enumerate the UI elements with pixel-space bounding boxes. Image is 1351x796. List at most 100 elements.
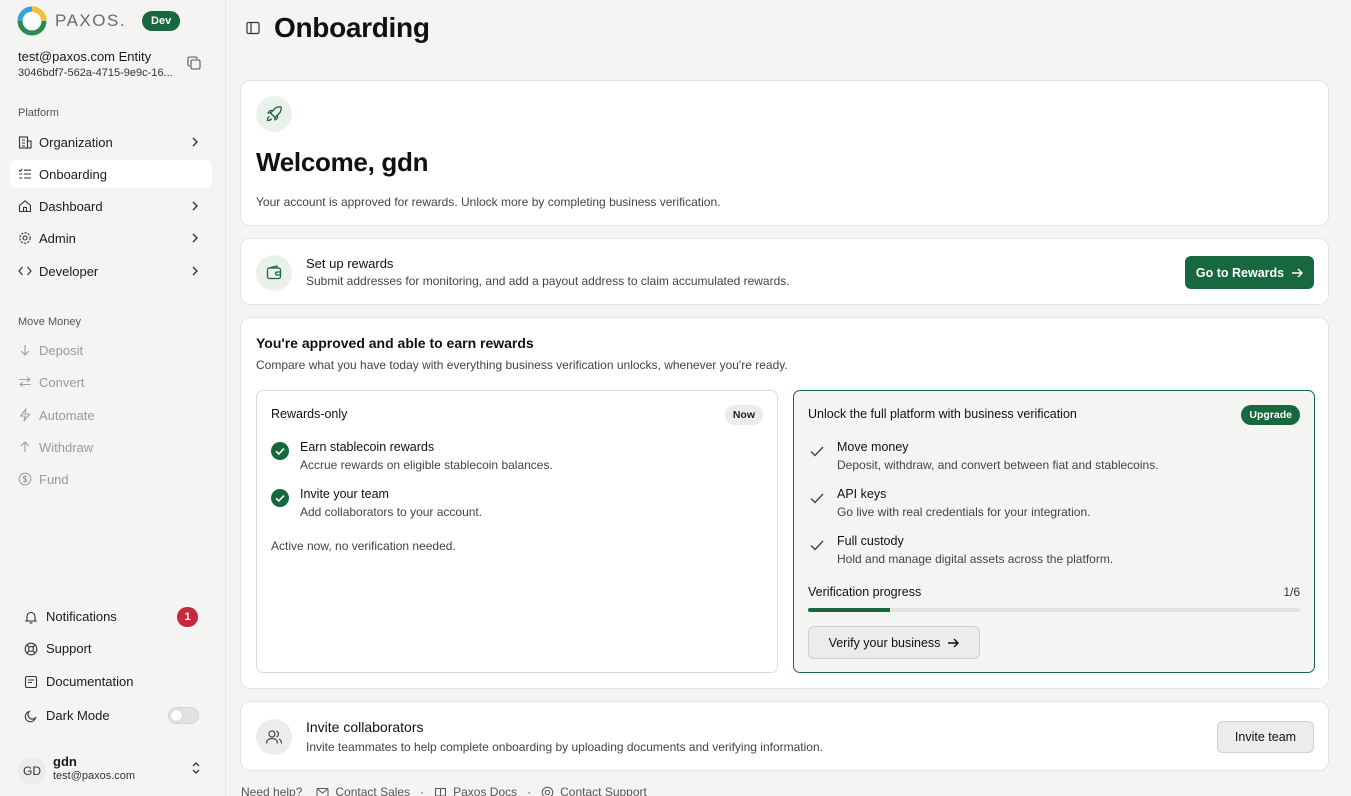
dark-mode-toggle[interactable]	[168, 707, 199, 724]
arrow-right-icon	[1292, 268, 1304, 277]
lifebuoy-icon	[24, 642, 38, 656]
move-money-section-label: Move Money	[18, 316, 81, 328]
contact-support-link[interactable]: Contact Support	[541, 785, 647, 796]
feature-title: Full custody	[837, 534, 904, 548]
sidebar-item-developer[interactable]: Developer	[10, 257, 212, 285]
bell-icon	[24, 610, 38, 624]
list-check-icon	[18, 167, 32, 181]
sidebar-item-fund[interactable]: Fund	[10, 465, 212, 493]
sidebar-item-organization[interactable]: Organization	[10, 128, 212, 156]
chevron-up-down-icon	[192, 762, 200, 774]
need-help-label: Need help?	[241, 785, 303, 796]
platform-section-label: Platform	[18, 107, 59, 119]
main-content: Onboarding Welcome, gdn Your account is …	[226, 0, 1351, 796]
rocket-icon	[256, 96, 292, 132]
document-icon	[24, 675, 38, 689]
active-note: Active now, no verification needed.	[271, 539, 456, 553]
verify-business-button[interactable]: Verify your business	[808, 626, 980, 659]
env-badge: Dev	[142, 11, 181, 31]
swap-icon	[18, 375, 32, 389]
home-icon	[18, 199, 32, 213]
sidebar-item-label: Fund	[39, 471, 69, 487]
dollar-icon	[18, 472, 32, 486]
feature-description: Add collaborators to your account.	[300, 505, 483, 519]
setup-rewards-card: Set up rewards Submit addresses for moni…	[240, 238, 1329, 305]
invite-team-button[interactable]: Invite team	[1217, 721, 1314, 753]
sidebar-item-admin[interactable]: Admin	[10, 224, 212, 252]
sidebar-item-convert[interactable]: Convert	[10, 368, 212, 396]
rewards-only-title: Rewards-only	[271, 407, 348, 421]
user-menu[interactable]: GD gdn test@paxos.com	[18, 751, 218, 787]
sidebar-toggle-icon[interactable]	[246, 21, 260, 35]
verification-progress-bar	[808, 608, 1300, 612]
notification-count-badge: 1	[177, 607, 198, 627]
sidebar-item-notifications[interactable]: Notifications	[24, 609, 117, 624]
user-email: test@paxos.com	[53, 770, 136, 782]
sidebar-item-label: Convert	[39, 374, 85, 390]
paxos-docs-link[interactable]: Paxos Docs	[434, 785, 517, 796]
now-badge: Now	[724, 405, 763, 425]
verification-progress-label: Verification progress	[808, 585, 922, 599]
upgrade-title: Unlock the full platform with business v…	[808, 407, 1077, 421]
avatar: GD	[18, 757, 46, 785]
upgrade-badge: Upgrade	[1241, 405, 1300, 425]
sidebar: PAXOS. Dev test@paxos.com Entity 3046bdf…	[0, 0, 226, 796]
users-icon	[256, 719, 292, 755]
rewards-only-panel: Rewards-only Now Earn stablecoin rewards…	[256, 390, 778, 673]
help-footer: Need help? Contact Sales · Paxos Docs · …	[241, 785, 647, 796]
sidebar-item-dark-mode: Dark Mode	[24, 708, 110, 723]
sidebar-item-label: Dashboard	[39, 198, 103, 214]
verify-business-label: Verify your business	[828, 635, 941, 650]
brand-name: PAXOS.	[55, 11, 127, 30]
gear-icon	[18, 231, 32, 245]
copy-icon[interactable]	[187, 56, 201, 70]
dark-mode-label: Dark Mode	[46, 708, 110, 723]
sidebar-item-automate[interactable]: Automate	[10, 401, 212, 429]
contact-support-label: Contact Support	[560, 785, 647, 796]
lifebuoy-icon	[541, 786, 554, 796]
moon-icon	[24, 709, 38, 723]
sidebar-item-label: Admin	[39, 230, 76, 246]
sidebar-item-label: Onboarding	[39, 166, 107, 182]
check-icon	[810, 540, 824, 551]
welcome-title: Welcome, gdn	[256, 147, 429, 177]
sidebar-item-deposit[interactable]: Deposit	[10, 336, 212, 364]
arrow-right-icon	[948, 638, 960, 647]
notifications-label: Notifications	[46, 609, 117, 624]
separator: ·	[527, 785, 532, 796]
arrow-up-icon	[18, 440, 32, 454]
sidebar-item-dashboard[interactable]: Dashboard	[10, 192, 212, 220]
contact-sales-link[interactable]: Contact Sales	[316, 785, 410, 796]
chevron-right-icon	[192, 201, 198, 211]
chevron-right-icon	[192, 266, 198, 276]
sidebar-item-onboarding[interactable]: Onboarding	[10, 160, 212, 188]
documentation-label: Documentation	[46, 674, 134, 689]
approved-card: You're approved and able to earn rewards…	[240, 317, 1329, 689]
bolt-icon	[18, 408, 32, 422]
sidebar-item-label: Organization	[39, 134, 113, 150]
sidebar-item-documentation[interactable]: Documentation	[24, 674, 133, 689]
chevron-right-icon	[192, 137, 198, 147]
chevron-right-icon	[192, 233, 198, 243]
sidebar-item-support[interactable]: Support	[24, 641, 92, 656]
sidebar-item-label: Withdraw	[39, 439, 94, 455]
book-icon	[435, 787, 447, 796]
sidebar-item-label: Deposit	[39, 342, 84, 358]
page-title: Onboarding	[274, 12, 430, 43]
go-to-rewards-button[interactable]: Go to Rewards	[1185, 256, 1314, 289]
feature-title: API keys	[837, 487, 887, 501]
rewards-title: Set up rewards	[306, 256, 394, 271]
feature-title: Invite your team	[300, 487, 389, 501]
verification-progress-fill	[808, 608, 891, 612]
paxos-logo-icon[interactable]	[17, 6, 47, 36]
separator: ·	[420, 785, 425, 796]
check-icon	[810, 446, 824, 457]
building-icon	[18, 135, 32, 149]
upgrade-panel: Unlock the full platform with business v…	[793, 390, 1315, 673]
sidebar-item-withdraw[interactable]: Withdraw	[10, 433, 212, 461]
user-name: gdn	[53, 754, 77, 769]
welcome-subtitle: Your account is approved for rewards. Un…	[256, 195, 721, 209]
brand-row: PAXOS. Dev	[17, 6, 181, 36]
wallet-icon	[256, 255, 292, 291]
mail-icon	[316, 787, 329, 796]
